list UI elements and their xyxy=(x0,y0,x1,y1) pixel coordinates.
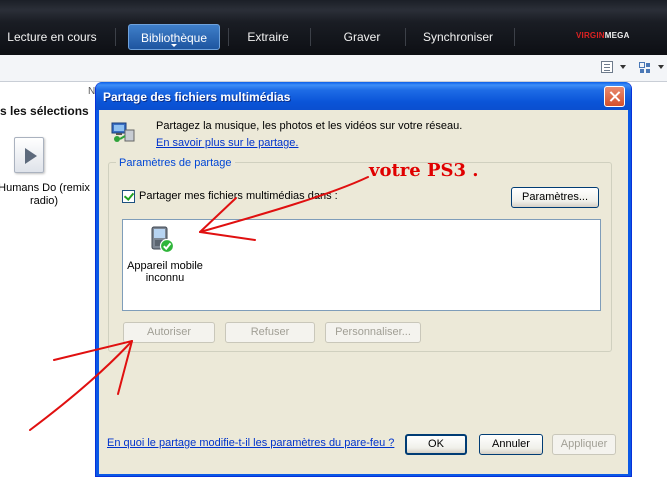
close-button[interactable] xyxy=(604,86,625,107)
customize-button[interactable]: Personnaliser... xyxy=(325,322,421,343)
deny-button[interactable]: Refuser xyxy=(225,322,315,343)
track-label[interactable]: Humans Do (remix radio) xyxy=(0,182,94,208)
tab-now-playing[interactable]: Lecture en cours xyxy=(2,24,102,50)
dialog-title-bar[interactable]: Partage des fichiers multimédias xyxy=(96,82,631,110)
tab-sync[interactable]: Synchroniser xyxy=(414,24,502,50)
apply-button[interactable]: Appliquer xyxy=(552,434,616,455)
media-sharing-dialog: Partage des fichiers multimédias Partage… xyxy=(95,82,632,477)
tab-rip[interactable]: Extraire xyxy=(236,24,300,50)
virgin-mega-logo[interactable]: VIRGINMEGA xyxy=(576,31,630,40)
share-media-label[interactable]: Partager mes fichiers multimédias dans : xyxy=(139,190,338,202)
share-media-checkbox[interactable] xyxy=(122,190,135,203)
cancel-button[interactable]: Annuler xyxy=(479,434,543,455)
library-toolbar xyxy=(0,55,667,82)
annotation-text: votre PS3 . xyxy=(369,160,479,181)
mobile-device-icon xyxy=(151,226,175,254)
view-options-icon[interactable] xyxy=(601,61,613,73)
tab-library[interactable]: Bibliothèque xyxy=(128,24,220,50)
tab-separator xyxy=(405,28,406,46)
firewall-info-link[interactable]: En quoi le partage modifie-t-il les para… xyxy=(107,437,394,449)
chevron-down-icon[interactable] xyxy=(658,65,664,69)
ok-button[interactable]: OK xyxy=(405,434,467,455)
settings-button[interactable]: Paramètres... xyxy=(511,187,599,208)
selections-header: s les sélections xyxy=(0,104,89,118)
learn-more-link[interactable]: En savoir plus sur le partage. xyxy=(156,137,298,149)
dialog-client-area: Partagez la musique, les photos et les v… xyxy=(99,110,628,474)
library-left-pane: s les sélections Humans Do (remix radio) xyxy=(0,83,96,497)
device-label: Appareil mobile inconnu xyxy=(127,260,203,284)
layout-options-icon[interactable] xyxy=(639,62,651,74)
dialog-title: Partage des fichiers multimédias xyxy=(103,90,291,104)
allow-button[interactable]: Autoriser xyxy=(123,322,215,343)
tab-separator xyxy=(514,28,515,46)
tab-separator xyxy=(310,28,311,46)
tab-separator xyxy=(228,28,229,46)
intro-text: Partagez la musique, les photos et les v… xyxy=(156,120,463,132)
wmp-top-bar: Lecture en cours Bibliothèque Extraire G… xyxy=(0,0,667,55)
sharing-settings-label: Paramètres de partage xyxy=(116,157,235,169)
device-list[interactable]: Appareil mobile inconnu xyxy=(122,219,601,311)
media-file-icon[interactable] xyxy=(14,137,44,173)
network-sharing-icon xyxy=(111,122,135,142)
chevron-down-icon[interactable] xyxy=(620,65,626,69)
tab-burn[interactable]: Graver xyxy=(330,24,394,50)
tab-separator xyxy=(115,28,116,46)
